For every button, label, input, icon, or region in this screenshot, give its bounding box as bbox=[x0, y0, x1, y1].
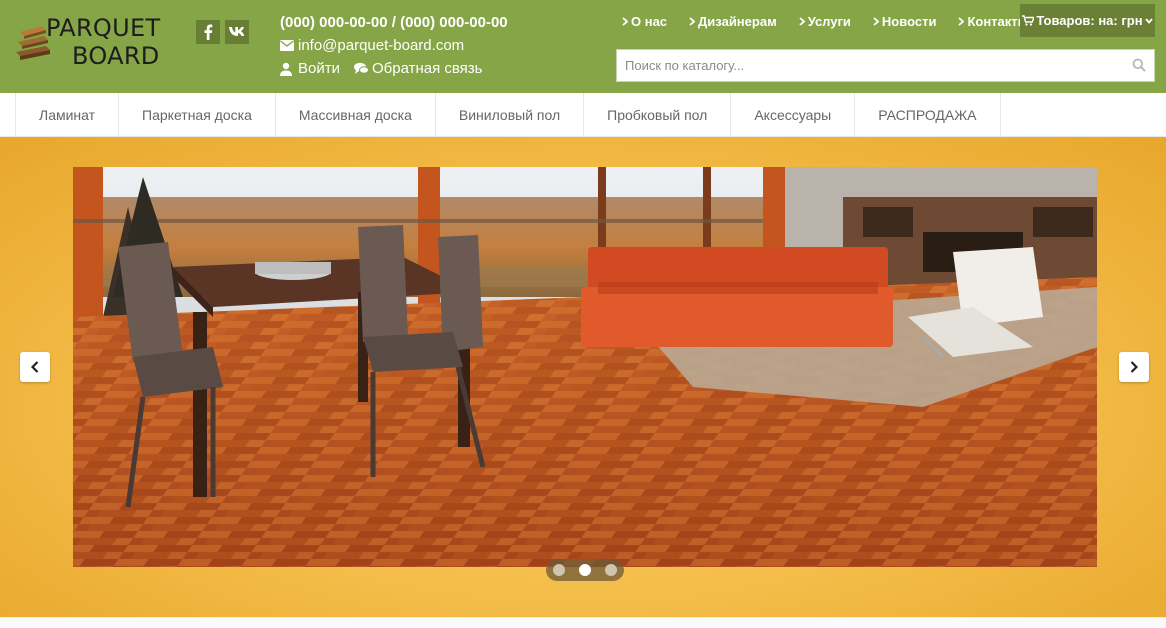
chevron-right-icon bbox=[689, 16, 696, 26]
chevron-right-icon bbox=[799, 16, 805, 26]
hero-slider bbox=[0, 137, 1166, 617]
facebook-link[interactable] bbox=[196, 20, 220, 44]
slider-prev-button[interactable] bbox=[20, 352, 50, 382]
top-nav-label: Новости bbox=[881, 13, 937, 29]
site-logo[interactable]: PARQUET BOARD bbox=[16, 14, 166, 74]
chevron-right-icon bbox=[958, 16, 965, 26]
search-input[interactable] bbox=[617, 50, 1117, 81]
envelope-icon bbox=[280, 40, 296, 51]
account-row: Войти Обратная связь bbox=[280, 57, 508, 80]
slider-dot-1[interactable] bbox=[553, 564, 565, 576]
email-link[interactable]: info@parquet-board.com bbox=[298, 35, 464, 56]
logo-text: PARQUET BOARD bbox=[46, 14, 176, 70]
chevron-right-icon bbox=[1130, 361, 1138, 373]
phone-row: (000) 000-00-00 / (000) 000-00-00 bbox=[280, 11, 508, 34]
top-nav-news[interactable]: Новости bbox=[873, 13, 937, 29]
content-start bbox=[0, 617, 1166, 628]
category-accessories[interactable]: Аксессуары bbox=[730, 93, 854, 137]
comments-icon bbox=[353, 62, 370, 75]
facebook-icon bbox=[204, 24, 213, 40]
slider-dot-2[interactable] bbox=[579, 564, 591, 576]
chevron-right-icon bbox=[622, 16, 628, 26]
slider-dot-3[interactable] bbox=[605, 564, 617, 576]
top-nav-label: О нас bbox=[631, 13, 668, 29]
slide-image bbox=[73, 167, 1097, 567]
email-row[interactable]: info@parquet-board.com bbox=[280, 34, 508, 57]
category-parquet-board[interactable]: Паркетная доска bbox=[118, 93, 275, 137]
phone-numbers[interactable]: (000) 000-00-00 / (000) 000-00-00 bbox=[280, 12, 508, 33]
category-list: Ламинат Паркетная доска Массивная доска … bbox=[15, 93, 1001, 137]
chevron-right-icon bbox=[873, 16, 879, 26]
top-nav-services[interactable]: Услуги bbox=[799, 14, 851, 29]
logo-line-1: PARQUET bbox=[46, 14, 161, 42]
top-nav-designers[interactable]: Дизайнерам bbox=[689, 14, 777, 29]
cart-icon bbox=[1022, 15, 1035, 26]
category-sale[interactable]: РАСПРОДАЖА bbox=[854, 93, 1001, 137]
top-nav-about[interactable]: О нас bbox=[622, 14, 667, 29]
category-cork-floor[interactable]: Пробковый пол bbox=[583, 93, 730, 137]
site-header: PARQUET BOARD (000) 000-00-00 / (000) 00… bbox=[0, 0, 1166, 93]
vk-icon bbox=[229, 27, 245, 36]
cart-label: Товаров: на: грн bbox=[1036, 13, 1143, 28]
category-laminate[interactable]: Ламинат bbox=[15, 93, 118, 137]
top-nav-label: Услуги bbox=[807, 13, 851, 29]
category-vinyl-floor[interactable]: Виниловый пол bbox=[434, 93, 583, 137]
slider-next-button[interactable] bbox=[1119, 352, 1149, 382]
top-nav-contacts[interactable]: Контакты bbox=[958, 14, 1029, 29]
contact-block: (000) 000-00-00 / (000) 000-00-00 info@p… bbox=[280, 11, 508, 80]
feedback-link[interactable]: Обратная связь bbox=[372, 58, 483, 79]
top-navigation: О нас Дизайнерам Услуги Новости Контакты bbox=[622, 8, 1051, 34]
category-navigation: Ламинат Паркетная доска Массивная доска … bbox=[0, 93, 1166, 137]
search-box bbox=[616, 49, 1155, 82]
vk-link[interactable] bbox=[225, 20, 249, 44]
category-solid-board[interactable]: Массивная доска bbox=[274, 93, 435, 137]
user-icon bbox=[280, 62, 296, 76]
logo-line-2: BOARD bbox=[72, 42, 160, 70]
login-link[interactable]: Войти bbox=[298, 58, 340, 79]
cart-button[interactable]: Товаров: на: грн bbox=[1020, 4, 1155, 37]
interior-illustration bbox=[73, 167, 1097, 567]
chevron-down-icon bbox=[1144, 17, 1153, 24]
slider-pagination bbox=[546, 559, 624, 581]
search-icon[interactable] bbox=[1132, 58, 1146, 72]
chevron-left-icon bbox=[31, 361, 39, 373]
top-nav-label: Дизайнерам bbox=[698, 13, 777, 29]
